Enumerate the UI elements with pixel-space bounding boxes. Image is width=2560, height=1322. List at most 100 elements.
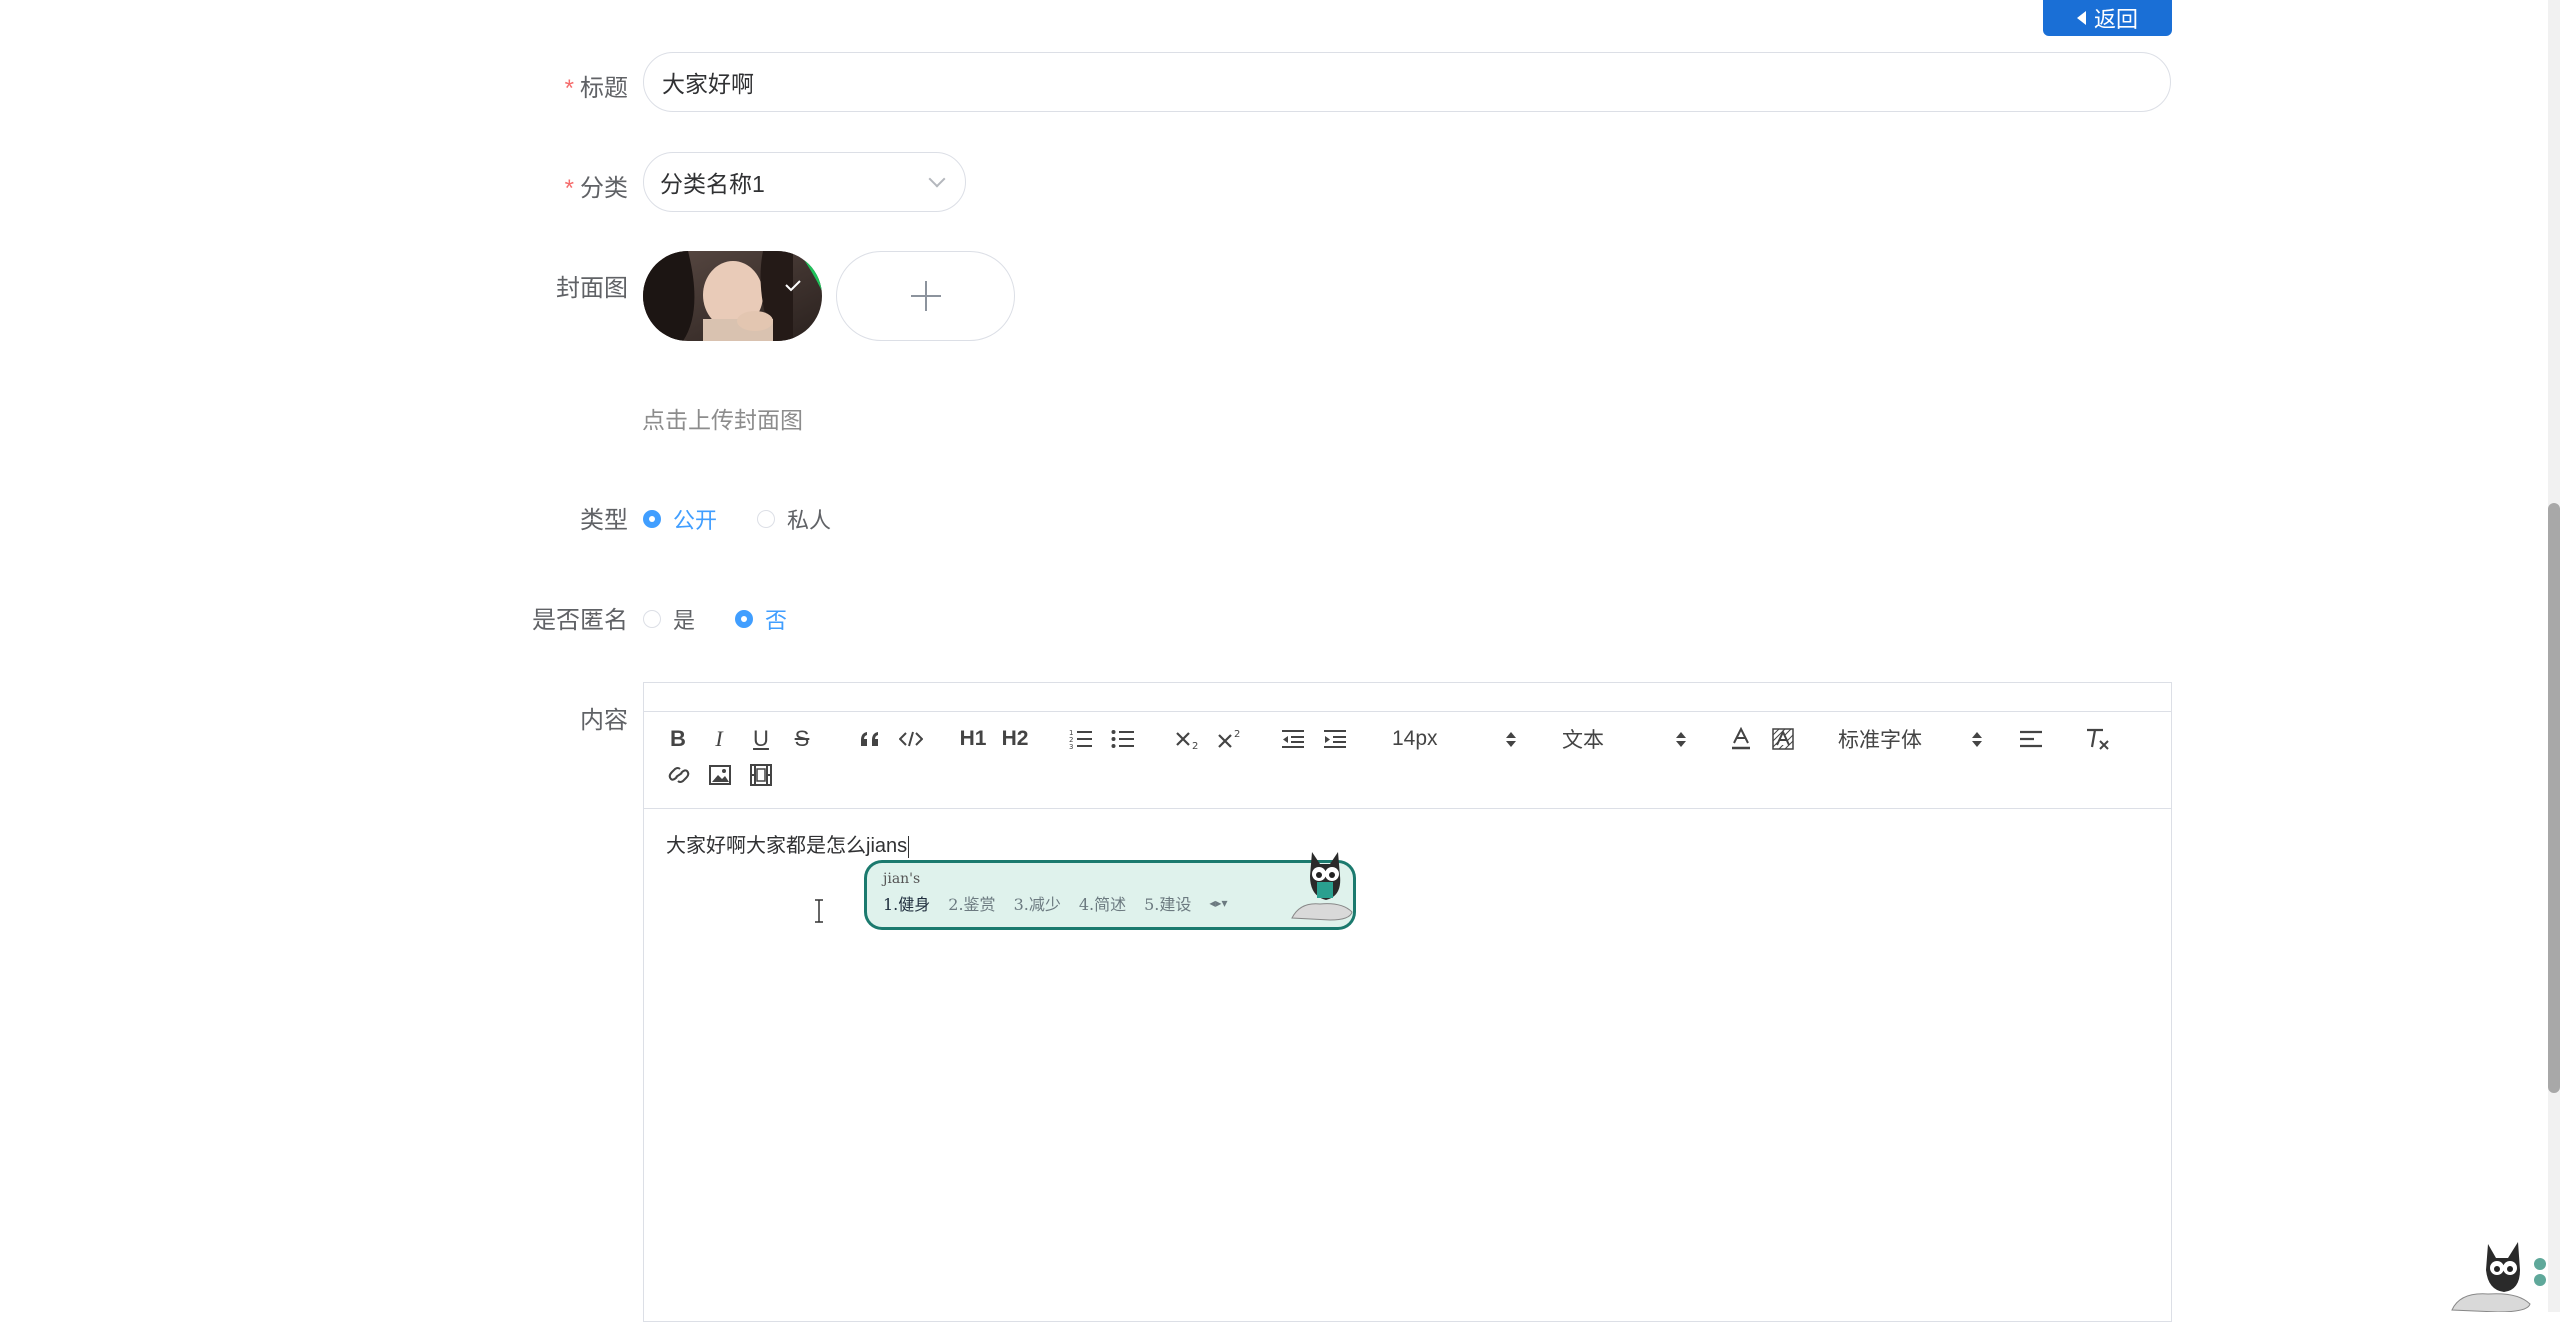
ime-composition: jian's [883,871,921,887]
ime-candidate-list: 1.健身 2.鉴赏 3.减少 4.简述 5.建设 ◂▸▾ [883,891,1337,915]
anonymous-radio-yes-label: 是 [673,608,696,633]
type-radio-public[interactable]: 公开 [643,503,717,535]
category-label-text: 分类 [580,175,628,202]
required-mark: * [564,175,574,202]
category-label: * 分类 [348,168,628,203]
italic-icon: I [715,726,723,751]
plus-icon [910,281,941,311]
text-color-button[interactable] [1728,724,1754,754]
content-label-text: 内容 [580,707,628,734]
back-button[interactable]: 返回 [2043,0,2172,36]
svg-text:3: 3 [1069,743,1073,750]
background-color-icon [1772,728,1794,750]
superscript-button[interactable]: 2 [1216,724,1246,754]
subscript-button[interactable]: 2 [1174,724,1204,754]
content-label: 内容 [348,700,628,735]
underline-button[interactable]: U [749,724,773,754]
updown-arrows-icon [1676,731,1686,747]
radio-dot [735,610,754,628]
video-button[interactable] [748,760,774,790]
header-picker[interactable]: 文本 [1562,724,1686,754]
text-color-icon [1732,727,1750,750]
text-caret [908,835,910,858]
quote-icon [861,732,878,746]
editor-toolbar: B I U S H1 H2 123 2 2 14px 文本 标准字体 [644,712,2171,809]
page-scrollbar-thumb[interactable] [2548,503,2560,1093]
title-label-text: 标题 [580,75,628,102]
anonymous-label-text: 是否匿名 [532,607,628,634]
ime-page-arrows-icon[interactable]: ◂▸▾ [1209,896,1227,910]
clear-format-button[interactable] [2084,724,2110,754]
font-family-value: 标准字体 [1838,729,1922,752]
header2-button[interactable]: H2 [1000,724,1030,754]
svg-text:2: 2 [1234,729,1240,740]
header1-button[interactable]: H1 [958,724,988,754]
font-size-picker[interactable]: 14px [1392,724,1516,754]
cover-label: 封面图 [348,268,628,303]
svg-text:2: 2 [1192,741,1198,750]
align-left-icon [2020,730,2042,748]
underline-icon: U [753,726,769,751]
code-icon [899,731,923,747]
code-block-button[interactable] [898,724,924,754]
anonymous-radio-yes[interactable]: 是 [643,603,695,635]
bullet-list-button[interactable] [1110,724,1136,754]
title-input-value: 大家好啊 [662,71,754,97]
radio-dot [643,610,661,628]
background-color-button[interactable] [1770,724,1796,754]
type-label: 类型 [348,500,628,535]
anonymous-label: 是否匿名 [348,600,628,635]
ime-candidate[interactable]: 3.减少 [1014,891,1061,915]
category-select[interactable]: 分类名称1 [643,152,966,212]
chevron-down-icon [928,170,946,188]
editor-content[interactable]: 大家好啊大家都是怎么jians [666,829,910,858]
strike-button[interactable]: S [790,724,814,754]
link-icon [668,767,690,783]
font-size-value: 14px [1392,727,1438,750]
ime-candidate[interactable]: 1.健身 [883,891,930,915]
video-icon [750,764,772,786]
cover-photo [643,251,822,341]
back-arrow-icon [2076,11,2086,25]
anonymous-radio-no-label: 否 [765,608,788,633]
type-radio-private[interactable]: 私人 [757,503,831,535]
outdent-icon [1282,730,1304,748]
type-label-text: 类型 [580,507,628,534]
radio-dot [757,510,776,528]
anonymous-radio-no[interactable]: 否 [735,603,787,635]
subscript-icon: 2 [1176,732,1198,750]
title-label: * 标题 [348,68,628,103]
editor-content-text: 大家好啊大家都是怎么jians [666,835,908,857]
italic-button[interactable]: I [707,724,731,754]
strike-icon: S [794,726,810,751]
anonymous-radio-group: 是 否 [643,603,827,635]
updown-arrows-icon [1972,731,1982,747]
ordered-list-icon: 123 [1069,729,1092,750]
blockquote-button[interactable] [857,724,883,754]
ime-candidate[interactable]: 2.鉴赏 [948,891,995,915]
link-button[interactable] [666,760,692,790]
bold-icon: B [670,726,686,751]
ime-candidate[interactable]: 5.建设 [1144,891,1191,915]
indent-button[interactable] [1322,724,1348,754]
type-radio-public-label: 公开 [673,508,718,533]
rich-text-editor: B I U S H1 H2 123 2 2 14px 文本 标准字体 大家好啊大… [643,682,2172,1322]
h2-icon: H2 [1001,727,1029,750]
radio-dot [643,510,661,528]
outdent-button[interactable] [1280,724,1306,754]
cover-upload-button[interactable] [836,251,1015,341]
image-icon [709,765,731,785]
align-button[interactable] [2018,724,2044,754]
ime-candidate[interactable]: 4.简述 [1079,891,1126,915]
required-mark: * [564,75,574,102]
cover-thumbnail[interactable] [643,251,822,341]
ibeam-cursor-icon [815,899,823,923]
image-button[interactable] [707,760,733,790]
ordered-list-button[interactable]: 123 [1068,724,1094,754]
title-input[interactable]: 大家好啊 [643,52,2171,112]
superscript-icon: 2 [1218,729,1240,748]
floating-mascot-icon [2451,1242,2546,1312]
font-family-picker[interactable]: 标准字体 [1838,724,1982,754]
clear-format-icon [2087,728,2109,750]
bold-button[interactable]: B [666,724,690,754]
